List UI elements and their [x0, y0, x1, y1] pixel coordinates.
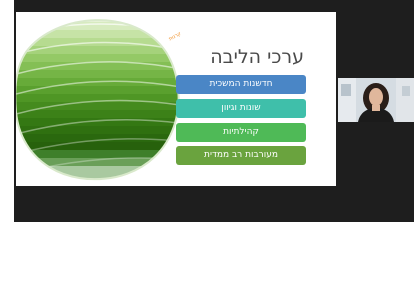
- participant-video-avatar: [338, 78, 414, 122]
- shared-screen-slide: קרנות ערכי הליבה חדשנות המשכית שונות וגי…: [16, 12, 336, 186]
- slide-title: ערכי הליבה: [210, 46, 304, 68]
- value-innovation: חדשנות המשכית: [176, 75, 306, 94]
- meeting-window: קרנות ערכי הליבה חדשנות המשכית שונות וגי…: [0, 0, 414, 222]
- participant-video-tile[interactable]: [338, 78, 414, 122]
- left-edge-strip: [0, 0, 14, 222]
- value-diversity: שונות וגיוון: [176, 99, 306, 118]
- value-engagement: מעורבות רב ממדית: [176, 146, 306, 165]
- value-community: קהילתיות: [176, 123, 306, 142]
- fan-graphic: [16, 19, 180, 181]
